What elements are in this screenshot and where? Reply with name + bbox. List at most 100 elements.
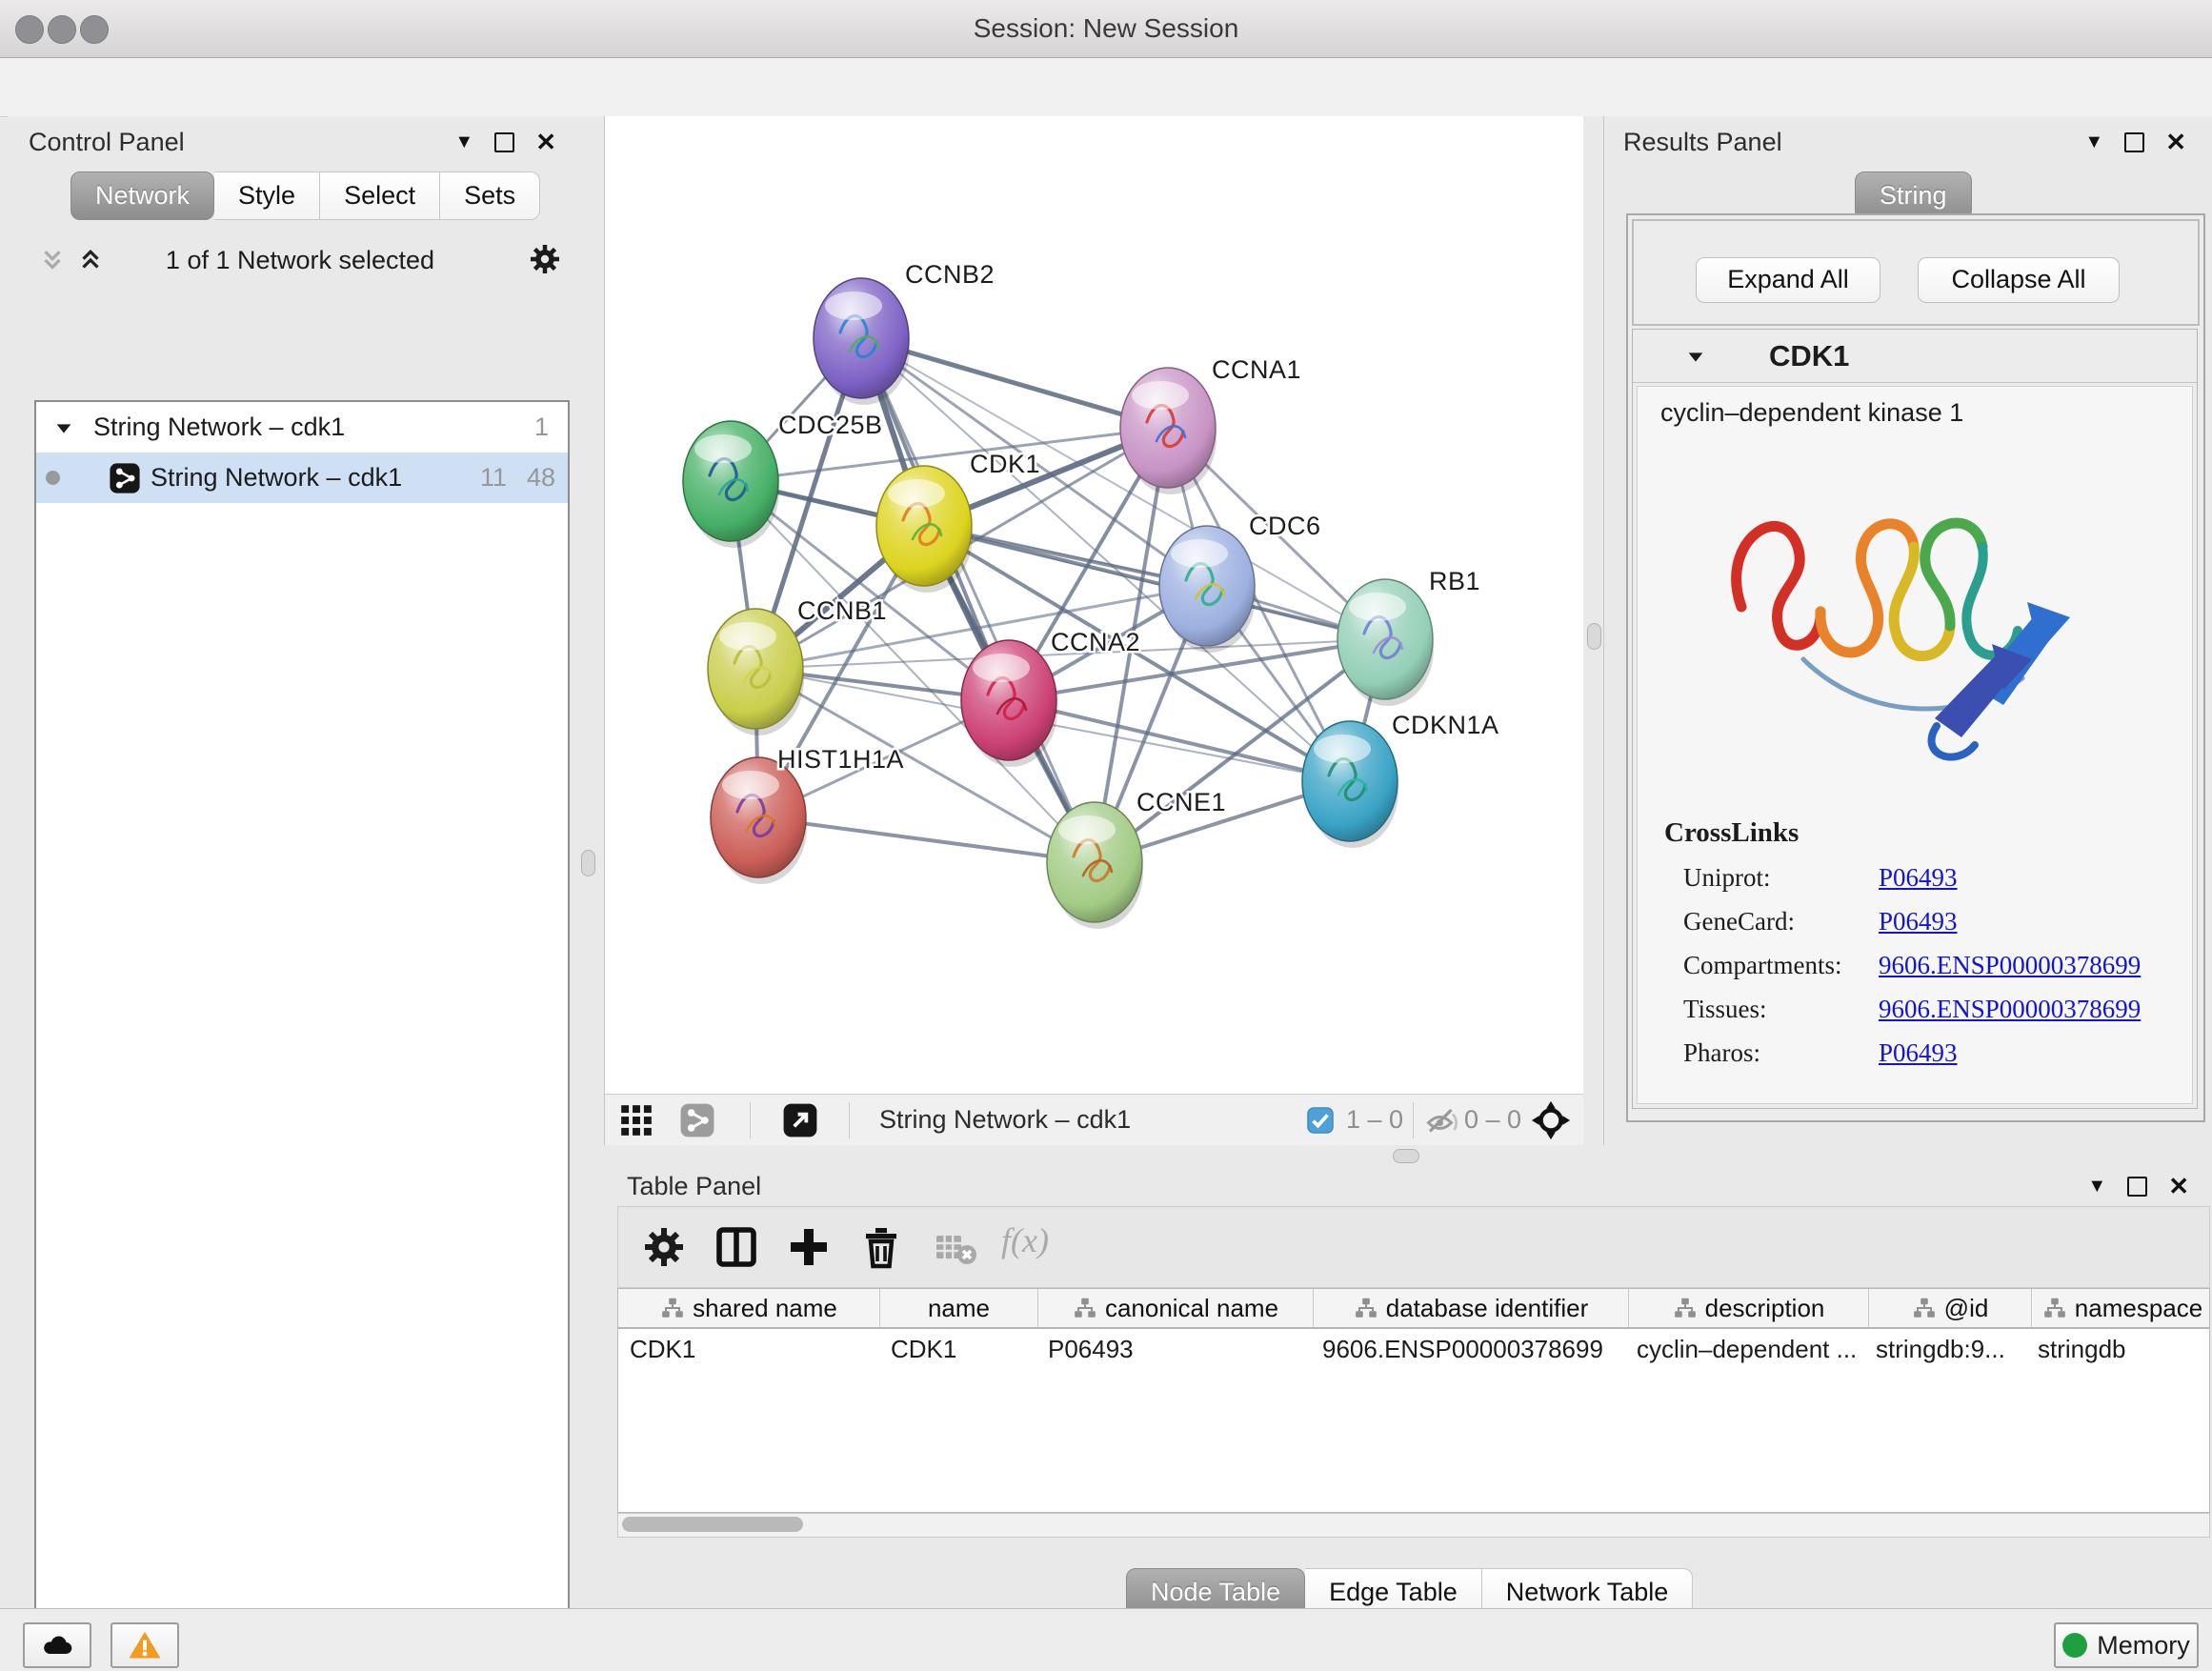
network-grid-icon[interactable] (618, 1102, 654, 1138)
network-share-icon[interactable] (679, 1102, 715, 1138)
node-gloss (1058, 815, 1116, 844)
edge-CDK1-RB1[interactable] (924, 526, 1385, 639)
node-CCNA1[interactable]: CCNA1 (1120, 355, 1301, 494)
table-gear-icon[interactable] (641, 1224, 687, 1270)
column-header-canonical-name[interactable]: canonical name (1038, 1289, 1314, 1327)
table-row[interactable]: CDK1CDK1P064939606.ENSP00000378699cyclin… (618, 1329, 2209, 1369)
warnings-button[interactable] (111, 1622, 179, 1668)
crosslink-label: Uniprot: (1683, 856, 1879, 899)
gear-icon[interactable] (528, 242, 562, 276)
node-label: CCNA1 (1212, 355, 1301, 384)
table-hscrollbar[interactable] (617, 1513, 2210, 1538)
column-header-name[interactable]: name (880, 1289, 1038, 1327)
string-network-icon (109, 462, 141, 494)
hidden-eye-icon[interactable] (1424, 1104, 1458, 1138)
memory-status-icon (2062, 1633, 2087, 1658)
network-collection-row[interactable]: String Network – cdk1 1 (36, 402, 568, 453)
tab-style[interactable]: Style (214, 171, 320, 220)
panel-menu-icon[interactable]: ▼ (2087, 1176, 2106, 1198)
column-label: @id (1944, 1294, 1989, 1323)
selected-checkbox-icon[interactable] (1306, 1106, 1335, 1135)
column-header--id[interactable]: @id (1869, 1289, 2032, 1327)
right-splitter[interactable] (1583, 116, 1603, 1145)
node-gloss (1349, 593, 1406, 621)
crosslink-value-link[interactable]: P06493 (1879, 856, 1958, 899)
panel-close-icon[interactable]: ✕ (2168, 1172, 2189, 1201)
horizontal-splitter[interactable] (572, 1145, 2212, 1164)
panel-close-icon[interactable]: ✕ (535, 128, 556, 157)
scrollbar-thumb[interactable] (622, 1517, 803, 1532)
node-label: CCNB2 (905, 260, 995, 289)
crosslink-row: Tissues:9606.ENSP00000378699 (1683, 987, 2179, 1031)
column-header-description[interactable]: description (1629, 1289, 1869, 1327)
edge-HIST1H1A-CCNE1[interactable] (758, 817, 1095, 862)
column-tree-icon (1073, 1296, 1097, 1320)
panel-float-icon[interactable] (2124, 132, 2144, 152)
network-view[interactable]: CCNB2CCNA1CDC25BCDK1CDC6RB1CCNB1CCNA2CDK… (604, 116, 1585, 1094)
birds-eye-icon[interactable] (1531, 1100, 1571, 1140)
panel-float-icon[interactable] (2127, 1177, 2147, 1197)
node-CDC25B[interactable]: CDC25B (683, 411, 883, 548)
node-CCNB1[interactable]: CCNB1 (708, 596, 887, 735)
collection-label: String Network – cdk1 (93, 413, 345, 442)
collection-count: 1 (534, 413, 549, 442)
open-in-window-icon[interactable] (782, 1102, 818, 1138)
crosslink-value-link[interactable]: P06493 (1879, 899, 1958, 943)
tab-network[interactable]: Network (70, 171, 214, 220)
node-gloss (888, 479, 945, 508)
edge-CCNB2-CCNE1[interactable] (861, 338, 1095, 862)
collapse-all-button[interactable]: Collapse All (1918, 257, 2120, 303)
node-CCNE1[interactable]: CCNE1 (1047, 788, 1226, 929)
column-header-namespace[interactable]: namespace (2032, 1289, 2212, 1327)
network-label: String Network – cdk1 (151, 463, 402, 493)
memory-button[interactable]: Memory (2054, 1622, 2199, 1668)
left-splitter[interactable] (572, 116, 604, 1145)
tab-select[interactable]: Select (320, 171, 440, 220)
node-gloss (1132, 381, 1189, 410)
table-panel-window-buttons: ▼ ✕ (2087, 1172, 2189, 1201)
column-tree-icon (1673, 1296, 1698, 1320)
current-network-dot-icon (46, 471, 60, 485)
function-builder-icon[interactable]: f(x) (1001, 1220, 1049, 1260)
splitter-handle[interactable] (581, 850, 595, 876)
node-RB1[interactable]: RB1 (1337, 567, 1480, 706)
node-gloss (719, 622, 776, 651)
panel-menu-icon[interactable]: ▼ (454, 131, 473, 153)
node-CCNB2[interactable]: CCNB2 (814, 260, 995, 405)
crosslink-label: Pharos: (1683, 1031, 1879, 1075)
node-CDKN1A[interactable]: CDKN1A (1302, 711, 1499, 848)
crosslink-value-link[interactable]: P06493 (1879, 1031, 1958, 1075)
network-tree: String Network – cdk1 1 String Network –… (34, 400, 570, 1671)
crosslink-value-link[interactable]: 9606.ENSP00000378699 (1879, 943, 2141, 987)
expand-all-button[interactable]: Expand All (1696, 257, 1880, 303)
column-label: database identifier (1386, 1294, 1588, 1323)
selected-counts: 1 – 0 (1346, 1105, 1403, 1135)
cloud-button[interactable] (23, 1622, 91, 1668)
crosslink-label: Compartments: (1683, 943, 1879, 987)
panel-close-icon[interactable]: ✕ (2165, 128, 2186, 157)
tab-sets[interactable]: Sets (440, 171, 540, 220)
column-header-database-identifier[interactable]: database identifier (1314, 1289, 1629, 1327)
panel-float-icon[interactable] (494, 132, 514, 152)
table-cell: P06493 (1036, 1335, 1311, 1364)
delete-table-icon[interactable] (933, 1224, 978, 1270)
splitter-handle[interactable] (1587, 623, 1601, 650)
node-CDK1[interactable]: CDK1 (876, 450, 1040, 593)
splitter-handle[interactable] (1393, 1149, 1419, 1163)
network-row[interactable]: String Network – cdk1 11 48 (36, 453, 568, 503)
gene-section-header[interactable]: CDK1 (1633, 330, 2197, 383)
node-HIST1H1A[interactable]: HIST1H1A (711, 745, 904, 884)
column-tree-icon (1354, 1296, 1378, 1320)
delete-column-icon[interactable] (858, 1224, 904, 1270)
select-columns-icon[interactable] (714, 1224, 759, 1270)
table-cell: cyclin–dependent ... (1625, 1335, 1864, 1364)
add-column-icon[interactable] (786, 1224, 832, 1270)
table-cell: CDK1 (618, 1335, 879, 1364)
crosslink-value-link[interactable]: 9606.ENSP00000378699 (1879, 987, 2141, 1031)
column-header-shared-name[interactable]: shared name (618, 1289, 880, 1327)
section-collapse-icon[interactable] (1685, 347, 1706, 368)
network-canvas[interactable]: CCNB2CCNA1CDC25BCDK1CDC6RB1CCNB1CCNA2CDK… (605, 116, 1584, 1094)
panel-menu-icon[interactable]: ▼ (2084, 131, 2103, 153)
node-CDC6[interactable]: CDC6 (1159, 512, 1321, 653)
tree-expand-icon[interactable] (53, 418, 74, 439)
